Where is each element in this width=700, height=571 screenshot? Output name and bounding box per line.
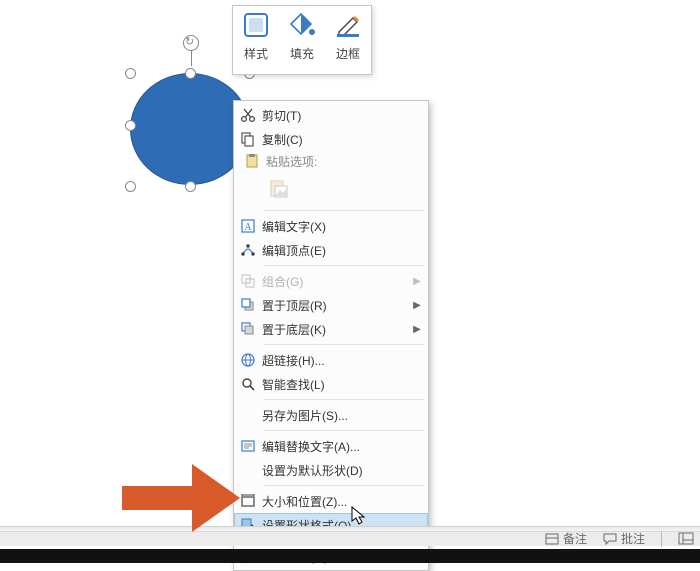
- menu-smart-lookup-label: 智能查找(L): [262, 376, 422, 393]
- alt-text-icon: [234, 434, 262, 458]
- menu-edit-points-label: 编辑顶点(E): [262, 242, 422, 259]
- submenu-arrow-icon: ▶: [412, 324, 422, 335]
- menu-size-position[interactable]: 大小和位置(Z)...: [234, 489, 428, 513]
- submenu-arrow-icon: ▶: [412, 276, 422, 287]
- shape-style-icon: [241, 10, 271, 40]
- edit-text-icon: A: [234, 214, 262, 238]
- menu-hyperlink[interactable]: 超链接(H)...: [234, 348, 428, 372]
- taskbar: [0, 549, 700, 563]
- paste-icon: [238, 153, 266, 169]
- ellipse-shape[interactable]: [130, 73, 250, 185]
- mini-toolbar: 样式 填充 边框: [232, 5, 372, 75]
- smart-lookup-icon: [234, 372, 262, 396]
- menu-paste-options-header: 粘贴选项:: [234, 151, 428, 171]
- menu-copy[interactable]: 复制(C): [234, 127, 428, 151]
- menu-separator: [264, 265, 424, 266]
- menu-bring-front[interactable]: 置于顶层(R) ▶: [234, 293, 428, 317]
- menu-edit-text-label: 编辑文字(X): [262, 218, 422, 235]
- svg-text:A: A: [244, 222, 252, 233]
- menu-separator: [264, 210, 424, 211]
- hyperlink-icon: [234, 348, 262, 372]
- menu-group-label: 组合(G): [262, 273, 412, 290]
- submenu-arrow-icon: ▶: [412, 300, 422, 311]
- resize-handle-n[interactable]: [185, 68, 196, 79]
- edit-points-icon: [234, 238, 262, 262]
- resize-handle-sw[interactable]: [125, 181, 136, 192]
- menu-set-default-shape[interactable]: 设置为默认形状(D): [234, 458, 428, 482]
- menu-save-as-picture-label: 另存为图片(S)...: [262, 407, 422, 424]
- menu-separator: [264, 399, 424, 400]
- resize-handle-w[interactable]: [125, 120, 136, 131]
- menu-hyperlink-label: 超链接(H)...: [262, 352, 422, 369]
- send-back-icon: [234, 317, 262, 341]
- menu-cut-label: 剪切(T): [262, 107, 422, 124]
- shape-fill-label: 填充: [282, 45, 322, 62]
- status-separator: [661, 531, 662, 547]
- paste-option-picture[interactable]: [264, 174, 294, 204]
- shape-fill-icon: [287, 10, 317, 40]
- status-notes-label: 备注: [563, 530, 587, 547]
- resize-handle-nw[interactable]: [125, 68, 136, 79]
- shape-style-button[interactable]: 样式: [236, 10, 276, 72]
- menu-bring-front-label: 置于顶层(R): [262, 297, 412, 314]
- menu-set-default-shape-label: 设置为默认形状(D): [262, 462, 422, 479]
- status-notes-button[interactable]: 备注: [545, 530, 587, 547]
- menu-edit-alt-text[interactable]: 编辑替换文字(A)...: [234, 434, 428, 458]
- menu-smart-lookup[interactable]: 智能查找(L): [234, 372, 428, 396]
- menu-edit-text[interactable]: A 编辑文字(X): [234, 214, 428, 238]
- blank-icon: [234, 403, 262, 427]
- shape-outline-button[interactable]: 边框: [328, 10, 368, 72]
- menu-paste-options: [234, 171, 428, 207]
- shape-fill-button[interactable]: 填充: [282, 10, 322, 72]
- menu-paste-options-label: 粘贴选项:: [266, 153, 317, 170]
- notes-icon: [545, 532, 559, 546]
- menu-copy-label: 复制(C): [262, 131, 422, 148]
- menu-send-back[interactable]: 置于底层(K) ▶: [234, 317, 428, 341]
- context-menu: 剪切(T) 复制(C) 粘贴选项:: [233, 100, 429, 571]
- menu-separator: [264, 485, 424, 486]
- resize-handle-s[interactable]: [185, 181, 196, 192]
- selected-shape[interactable]: [130, 65, 250, 200]
- menu-edit-points[interactable]: 编辑顶点(E): [234, 238, 428, 262]
- status-comments-button[interactable]: 批注: [603, 530, 645, 547]
- bring-front-icon: [234, 293, 262, 317]
- view-normal-icon: [678, 532, 694, 546]
- rotate-handle[interactable]: [183, 35, 199, 51]
- shape-outline-icon: [333, 10, 363, 40]
- copy-icon: [234, 127, 262, 151]
- status-comments-label: 批注: [621, 530, 645, 547]
- menu-send-back-label: 置于底层(K): [262, 321, 412, 338]
- menu-edit-alt-text-label: 编辑替换文字(A)...: [262, 438, 422, 455]
- menu-separator: [264, 344, 424, 345]
- shape-style-label: 样式: [236, 45, 276, 62]
- annotation-arrow-icon: [122, 458, 242, 538]
- status-bar-right: 备注 批注: [545, 530, 694, 547]
- comments-icon: [603, 532, 617, 546]
- menu-cut[interactable]: 剪切(T): [234, 103, 428, 127]
- menu-save-as-picture[interactable]: 另存为图片(S)...: [234, 403, 428, 427]
- group-icon: [234, 269, 262, 293]
- shape-outline-label: 边框: [328, 45, 368, 62]
- status-view-normal-button[interactable]: [678, 532, 694, 546]
- cut-icon: [234, 103, 262, 127]
- menu-size-position-label: 大小和位置(Z)...: [262, 493, 422, 510]
- menu-group: 组合(G) ▶: [234, 269, 428, 293]
- menu-separator: [264, 430, 424, 431]
